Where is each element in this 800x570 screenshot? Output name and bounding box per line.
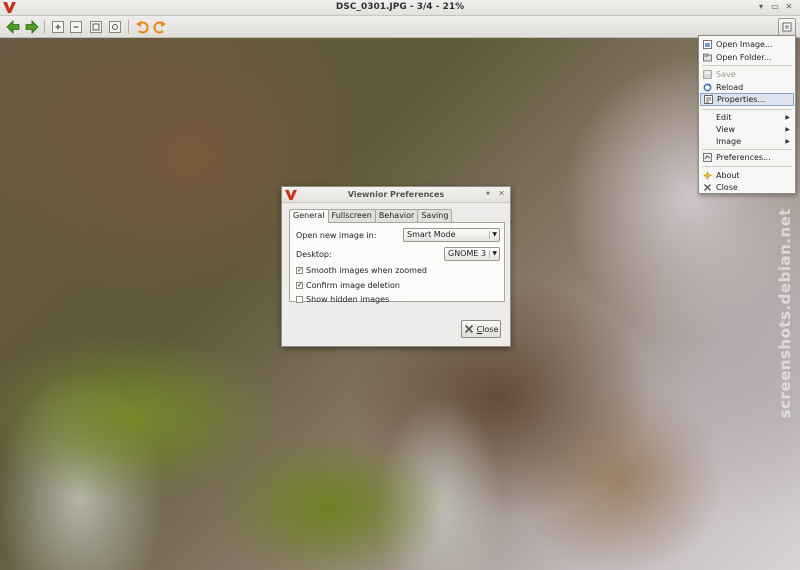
rotate-left-button[interactable] xyxy=(134,19,150,35)
menu-icon xyxy=(782,22,792,32)
dialog-maximize-icon[interactable]: ✦ xyxy=(485,189,492,198)
open-folder-icon xyxy=(703,53,712,62)
menu-separator xyxy=(702,109,792,110)
zoom-fit-icon xyxy=(90,21,102,33)
rotate-right-button[interactable] xyxy=(152,19,168,35)
title-bar: DSC_0301.JPG - 3/4 - 21% ▾ ▭ ✕ xyxy=(0,0,800,16)
menu-item-save: Save xyxy=(700,68,794,81)
menu-separator xyxy=(702,65,792,66)
chevron-down-icon: ▼ xyxy=(489,231,497,239)
show-hidden-checkbox[interactable]: Show hidden images xyxy=(296,295,389,304)
smooth-images-checkbox[interactable]: ✓ Smooth images when zoomed xyxy=(296,266,427,275)
desktop-label: Desktop: xyxy=(296,250,332,259)
menu-item-open-image[interactable]: Open Image... xyxy=(700,38,794,51)
window-close-button[interactable]: ✕ xyxy=(784,2,794,12)
desktop-select[interactable]: GNOME 3 ▼ xyxy=(444,247,500,261)
open-new-image-value: Smart Mode xyxy=(407,230,456,239)
menu-item-image[interactable]: Image ▶ xyxy=(700,135,794,148)
open-new-image-label: Open new image in: xyxy=(296,231,377,240)
zoom-100-button[interactable] xyxy=(107,19,123,35)
chevron-down-icon: ▼ xyxy=(489,250,497,258)
menu-item-preferences[interactable]: Preferences... xyxy=(700,151,794,164)
menu-item-properties[interactable]: Properties... xyxy=(700,93,794,106)
toolbar-separator xyxy=(44,20,45,34)
go-forward-button[interactable] xyxy=(24,19,40,35)
menu-separator xyxy=(702,149,792,150)
tab-general[interactable]: General xyxy=(289,209,329,223)
window-controls: ▾ ▭ ✕ xyxy=(756,2,794,12)
window-title: DSC_0301.JPG - 3/4 - 21% xyxy=(335,2,465,12)
checkbox-unchecked-icon xyxy=(296,296,303,303)
toolbar-separator xyxy=(128,20,129,34)
close-icon xyxy=(464,324,473,334)
window-menu-button[interactable]: ▾ xyxy=(756,2,766,12)
go-forward-icon xyxy=(25,20,39,34)
main-menu-button[interactable] xyxy=(778,18,796,36)
dialog-title: Viewnior Preferences xyxy=(347,190,445,199)
preferences-icon xyxy=(703,153,712,162)
go-back-icon xyxy=(6,20,20,34)
rotate-left-icon xyxy=(136,21,149,34)
close-button[interactable]: Close xyxy=(461,320,501,338)
watermark: screenshots.debian.net xyxy=(776,208,794,419)
checkbox-checked-icon: ✓ xyxy=(296,281,303,289)
toolbar xyxy=(0,16,800,38)
tab-saving[interactable]: Saving xyxy=(417,209,453,222)
zoom-out-icon xyxy=(70,21,82,33)
dialog-close-icon[interactable]: ✕ xyxy=(498,189,505,198)
about-icon xyxy=(703,171,712,180)
close-icon xyxy=(704,184,711,191)
menu-separator xyxy=(702,166,792,167)
save-icon xyxy=(703,70,712,79)
reload-icon xyxy=(703,83,712,92)
confirm-deletion-checkbox[interactable]: ✓ Confirm image deletion xyxy=(296,281,400,290)
submenu-arrow-icon: ▶ xyxy=(785,138,790,145)
window-maximize-button[interactable]: ▭ xyxy=(770,2,780,12)
dialog-title-bar[interactable]: Viewnior Preferences ✦ ✕ xyxy=(282,187,510,203)
general-panel: Open new image in: Smart Mode ▼ Desktop:… xyxy=(289,222,505,304)
menu-item-close[interactable]: Close xyxy=(700,181,794,194)
submenu-arrow-icon: ▶ xyxy=(785,114,790,121)
open-image-icon xyxy=(703,40,712,49)
tab-fullscreen[interactable]: Fullscreen xyxy=(327,209,376,222)
zoom-in-icon xyxy=(52,21,64,33)
checkbox-checked-icon: ✓ xyxy=(296,266,303,274)
zoom-in-button[interactable] xyxy=(50,19,66,35)
go-back-button[interactable] xyxy=(5,19,21,35)
zoom-100-icon xyxy=(109,21,121,33)
open-new-image-select[interactable]: Smart Mode ▼ xyxy=(403,228,500,242)
preferences-tabs: General Fullscreen Behavior Saving xyxy=(289,209,453,223)
preferences-dialog: Viewnior Preferences ✦ ✕ General Fullscr… xyxy=(281,186,511,347)
rotate-right-icon xyxy=(153,21,166,34)
properties-icon xyxy=(704,95,713,104)
main-menu: Open Image... Open Folder... Save Reload… xyxy=(698,35,796,194)
desktop-value: GNOME 3 xyxy=(448,249,487,258)
submenu-arrow-icon: ▶ xyxy=(785,126,790,133)
menu-item-open-folder[interactable]: Open Folder... xyxy=(700,51,794,64)
tab-behavior[interactable]: Behavior xyxy=(374,209,419,222)
zoom-out-button[interactable] xyxy=(68,19,84,35)
close-button-label: Close xyxy=(476,324,499,334)
zoom-fit-button[interactable] xyxy=(88,19,104,35)
